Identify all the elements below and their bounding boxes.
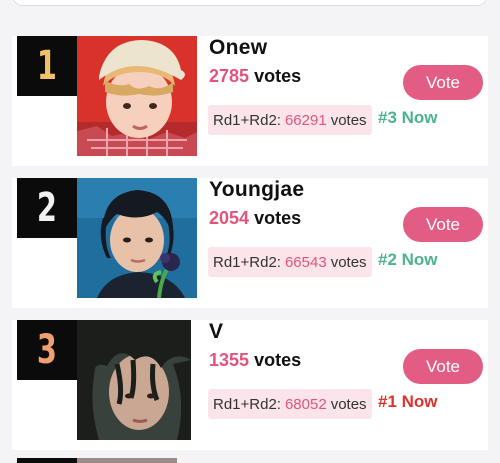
round-total-votes: 68052 xyxy=(284,395,327,413)
round-total-box: Rd1+Rd2: 66291 votes xyxy=(208,105,372,135)
current-rank-status: #3 Now xyxy=(378,108,438,127)
vote-count: 2054 xyxy=(209,208,250,228)
artist-name: Youngjae xyxy=(209,178,305,201)
vote-count: 2785 xyxy=(209,66,250,86)
vote-count: 1355 xyxy=(209,350,250,370)
artist-photo xyxy=(77,320,191,440)
round-total-votes: 66291 xyxy=(284,111,327,129)
ranking-card-2: 2 Youngjae 2054 votes Vote Rd1+Rd2: 6654… xyxy=(12,178,488,308)
ranking-card-1: 1 Onew 2785 votes Vote Rd1+Rd2: 66291 vo… xyxy=(12,36,488,166)
rank-badge: 1 xyxy=(17,36,77,96)
artist-name: V xyxy=(209,320,224,343)
rank-badge: 3 xyxy=(17,320,77,380)
current-votes: 1355 votes xyxy=(209,350,301,371)
round-label: Rd1+Rd2: xyxy=(213,111,281,129)
ranking-page: 1 Onew 2785 votes Vote Rd1+Rd2: 66291 vo… xyxy=(0,0,500,463)
current-rank-status: #2 Now xyxy=(378,250,438,269)
vote-button[interactable]: Vote xyxy=(403,349,483,384)
top-search-bar[interactable] xyxy=(12,0,488,6)
artist-name: Onew xyxy=(209,36,268,59)
round-total-box: Rd1+Rd2: 68052 votes xyxy=(208,389,372,419)
ranking-card-3: 3 V 1355 votes Vote Rd1+Rd2: 68052 votes… xyxy=(12,320,488,450)
current-votes: 2785 votes xyxy=(209,66,301,87)
artist-photo xyxy=(77,178,197,298)
next-artist-photo xyxy=(77,458,177,463)
rank-badge: 2 xyxy=(17,178,77,238)
votes-label: votes xyxy=(254,208,302,228)
rank-number: 1 xyxy=(36,43,58,89)
round-votes-label: votes xyxy=(330,395,367,413)
round-label: Rd1+Rd2: xyxy=(213,253,281,271)
votes-label: votes xyxy=(254,350,302,370)
vote-button[interactable]: Vote xyxy=(403,207,483,242)
round-votes-label: votes xyxy=(330,111,367,129)
artist-photo xyxy=(77,36,197,156)
next-rank-badge xyxy=(17,458,77,463)
rank-number: 3 xyxy=(36,327,58,373)
round-total-votes: 66543 xyxy=(284,253,327,271)
current-rank-status: #1 Now xyxy=(378,392,438,411)
vote-button[interactable]: Vote xyxy=(403,65,483,100)
round-label: Rd1+Rd2: xyxy=(213,395,281,413)
round-votes-label: votes xyxy=(330,253,367,271)
current-votes: 2054 votes xyxy=(209,208,301,229)
votes-label: votes xyxy=(254,66,302,86)
rank-number: 2 xyxy=(36,185,58,231)
round-total-box: Rd1+Rd2: 66543 votes xyxy=(208,247,372,277)
